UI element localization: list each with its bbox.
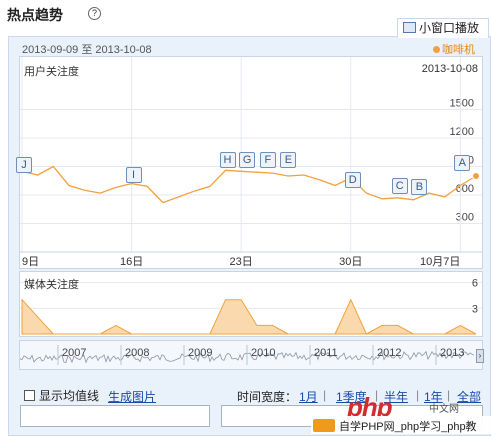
y-tick-label: 1200 xyxy=(450,126,474,138)
watermark-logo-icon xyxy=(313,419,335,432)
event-marker-b[interactable]: B xyxy=(411,179,428,195)
overview-sparkline: 2007 2008 2009 2010 2011 2012 2013 xyxy=(20,345,475,365)
time-span-label: 时间宽度： xyxy=(237,390,298,404)
user-attention-title: 用户关注度 xyxy=(24,66,79,78)
mean-line-checkbox[interactable] xyxy=(24,390,35,401)
date-range: 2013-09-09 至 2013-10-08 xyxy=(22,44,152,56)
event-marker-h[interactable]: H xyxy=(219,152,236,168)
event-marker-d[interactable]: D xyxy=(344,172,361,188)
year-label: 2010 xyxy=(251,347,275,359)
y-tick-label: 1500 xyxy=(450,98,474,110)
y-tick-label: 3 xyxy=(472,303,478,315)
x-tick-label: 9日 xyxy=(22,256,39,268)
start-date-input[interactable] xyxy=(20,405,210,427)
watermark-site: 中文网 xyxy=(429,404,459,415)
user-attention-chart-panel: 150012009006003009日16日23日30日10月7日 用户关注度 … xyxy=(16,56,483,269)
help-icon[interactable]: ? xyxy=(88,7,101,20)
legend-dot-icon xyxy=(433,46,440,53)
event-marker-f[interactable]: F xyxy=(259,152,276,168)
tv-icon xyxy=(403,22,416,33)
y-tick-label: 600 xyxy=(456,183,474,195)
year-label: 2011 xyxy=(314,347,338,359)
year-label: 2013 xyxy=(440,347,464,359)
site-watermark: php 中文网 自学PHP网_php学习_php教 xyxy=(311,392,491,436)
year-label: 2009 xyxy=(188,347,212,359)
year-label: 2007 xyxy=(62,347,86,359)
x-tick-label: 16日 xyxy=(120,256,143,268)
x-tick-label: 23日 xyxy=(230,256,253,268)
small-window-play-button[interactable]: 小窗口播放 xyxy=(397,18,489,38)
navigator-handle-icon[interactable]: › xyxy=(476,349,484,363)
x-tick-label: 10月7日 xyxy=(420,256,460,268)
legend-label: 咖啡机 xyxy=(442,44,475,56)
year-label: 2012 xyxy=(377,347,401,359)
y-tick-label: 6 xyxy=(472,278,478,290)
mean-line-label: 显示均值线 xyxy=(39,389,100,403)
y-tick-label: 300 xyxy=(456,212,474,224)
media-area-coffee-machine xyxy=(21,298,477,335)
event-marker-j[interactable]: J xyxy=(16,157,32,173)
overview-navigator[interactable]: 2007 2008 2009 2010 2011 2012 2013 › xyxy=(19,340,484,370)
event-marker-e[interactable]: E xyxy=(280,152,297,168)
event-marker-c[interactable]: C xyxy=(391,178,408,194)
legend-item[interactable]: 咖啡机 xyxy=(433,41,475,57)
event-marker-a[interactable]: A xyxy=(454,155,471,171)
event-marker-i[interactable]: I xyxy=(125,167,142,183)
watermark-text: 自学PHP网_php学习_php教 xyxy=(339,421,477,433)
series-line-coffee-machine xyxy=(21,165,477,204)
x-tick-label: 30日 xyxy=(339,256,362,268)
user-attention-date: 2013-10-08 xyxy=(421,63,478,75)
event-marker-g[interactable]: G xyxy=(239,152,256,168)
generate-image-link[interactable]: 生成图片 xyxy=(108,388,156,405)
page-title: 热点趋势 xyxy=(7,7,63,23)
media-attention-chart[interactable]: 63 xyxy=(20,272,482,336)
mean-line-toggle[interactable]: 显示均值线 xyxy=(24,387,99,404)
series-end-point xyxy=(472,172,480,180)
year-label: 2008 xyxy=(125,347,149,359)
media-attention-chart-panel: 63 媒体关注度 xyxy=(19,271,483,337)
small-window-label: 小窗口播放 xyxy=(419,21,480,35)
media-attention-title: 媒体关注度 xyxy=(24,279,79,291)
